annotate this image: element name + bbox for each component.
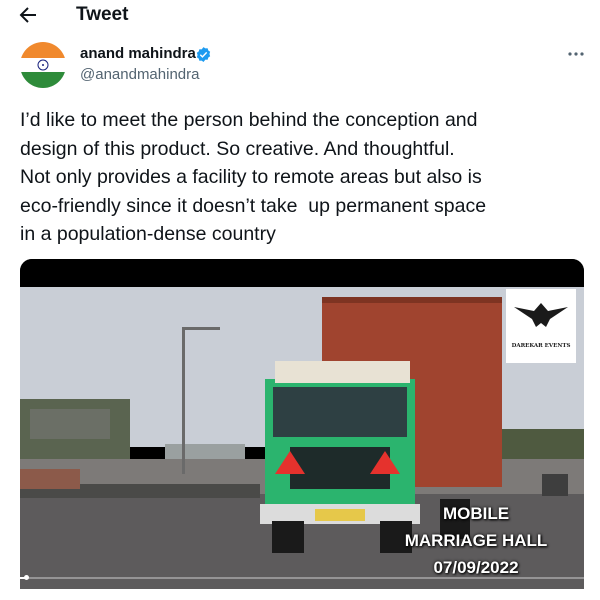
author-handle[interactable]: @anandmahindra <box>80 66 199 83</box>
tweet-text: I’d like to meet the person behind the c… <box>20 109 487 245</box>
tweet-video[interactable]: DAREKAR EVENTS MOBILE MARRIAGE HALL 07/0… <box>20 259 584 589</box>
video-progress-bar[interactable] <box>20 575 584 580</box>
page-title: Tweet <box>76 4 129 25</box>
video-caption-line: MARRIAGE HALL <box>404 531 548 550</box>
avatar[interactable] <box>20 42 66 88</box>
india-flag-avatar-icon <box>20 42 66 88</box>
video-watermark: DAREKAR EVENTS <box>506 289 576 363</box>
watermark-text: DAREKAR EVENTS <box>511 343 571 349</box>
author-name[interactable]: anand mahindra <box>80 45 196 62</box>
eagle-logo-icon <box>514 303 568 327</box>
arrow-left-icon[interactable] <box>16 3 40 27</box>
video-caption-line: MOBILE <box>442 504 510 523</box>
video-progress-handle[interactable] <box>23 575 29 580</box>
tweet-header: Tweet <box>0 0 600 30</box>
video-caption-line: 07/09/2022 <box>433 558 519 577</box>
more-options-icon[interactable] <box>566 44 586 64</box>
verified-badge-icon <box>196 47 211 62</box>
